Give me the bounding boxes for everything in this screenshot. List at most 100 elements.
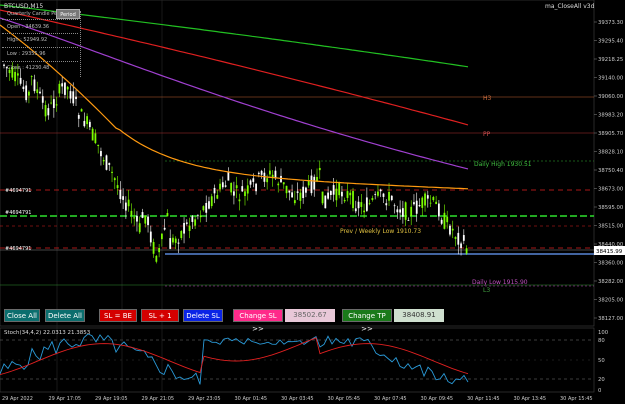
candle-body [269,170,271,175]
candle-body [363,210,365,213]
candle-body [183,222,185,234]
time-tick: 30 Apr 15:45 [560,396,593,402]
candle-body [280,175,282,183]
candle-body [102,159,105,162]
candle-body [341,191,343,197]
candle-body [318,167,321,171]
stoch-main-line [0,333,469,385]
candle-body [457,232,460,245]
candle-body [293,200,296,204]
candle-body [399,209,402,213]
candle-body [426,195,429,199]
candle-body [421,197,424,208]
candle-body [432,197,435,201]
stoch-tick: 50 [598,358,605,364]
candle-body [136,215,138,222]
price-tick: 38905.70 [598,131,624,137]
tp-value-field[interactable]: 38408.91 [394,309,444,322]
time-axis: 29 Apr 2022 29 Apr 17:05 29 Apr 19:05 29 Ap… [2,396,593,402]
candle-body [446,216,449,223]
candle-body [288,190,291,193]
order-mark: #4694791 [5,210,31,216]
candle-body [443,212,446,229]
candle-body [210,196,213,207]
price-tick: 39140.00 [598,76,624,82]
price-tick: 38282.00 [598,279,624,285]
candle-body [147,216,149,226]
ohlc-close: Close : 41230.48 [7,65,50,71]
candle-body [255,183,257,192]
candle-body [296,191,299,193]
candle-body [451,228,454,231]
ohlc-high: High : 52949.92 [7,37,48,43]
sl-plus-button[interactable]: SL + 1 [141,309,179,322]
candle-body [437,203,440,217]
time-tick: 29 Apr 21:05 [142,396,175,402]
candle-body [199,215,202,218]
time-tick: 30 Apr 07:45 [374,396,407,402]
candle-body [133,217,136,219]
candle-body [91,128,94,141]
candle-body [188,225,191,232]
candle-body [465,248,468,254]
ohlc-panel: Quarterly Candle Period Open : 34639.36 … [2,11,81,77]
price-tick: 38360.00 [598,261,624,267]
sl-be-button[interactable]: SL = BE [99,309,137,322]
candle-body [321,191,324,204]
ohlc-separator [2,33,78,34]
delete-all-button[interactable]: Delete All [45,309,85,322]
sl-value-field[interactable]: 38502.67 [285,309,335,322]
candle-body [462,235,465,241]
candle-body [246,185,249,194]
price-chart[interactable]: H3 PP Daily High 1930.51 Prev / Weekly L… [0,0,625,404]
candle-body [72,91,75,104]
order-mark: #4694791 [5,188,31,194]
change-sl-button[interactable]: Change SL >> [233,309,283,333]
ohlc-separator [2,47,78,48]
candle-body [382,193,385,197]
ohlc-open: Open : 34639.36 [7,24,50,30]
candle-body [368,203,371,205]
candle-body [418,205,421,207]
candle-body [105,155,108,170]
candle-body [55,104,58,106]
candle-body [346,191,349,198]
candle-body [266,178,269,183]
candle-body [324,195,327,209]
time-tick: 29 Apr 23:05 [188,396,221,402]
candle-body [64,82,66,95]
candle-body [329,191,332,195]
candle-body [388,191,390,201]
candle-body [413,202,415,205]
close-all-button[interactable]: Close All [4,309,40,322]
time-tick: 29 Apr 19:05 [95,396,128,402]
candle-body [291,192,293,198]
candle-body [365,197,368,211]
price-tick: 39218.25 [598,57,623,63]
candle-body [149,231,152,243]
stoch-tick: 100 [598,330,609,336]
candle-body [371,198,374,200]
ohlc-low: Low : 29355.96 [7,51,46,57]
order-mark: #4694791 [5,246,31,252]
candle-body [208,201,210,209]
weekly-low-label: Prev / Weekly Low 1910.73 [340,228,421,235]
period-button[interactable]: Period [56,9,80,19]
candle-body [152,242,155,254]
candle-body [160,233,163,240]
candle-body [313,176,316,190]
candle-body [335,188,338,201]
candle-body [97,144,100,146]
change-tp-button[interactable]: Change TP >> [342,309,392,333]
pp-label: PP [483,131,491,138]
candle-body [69,91,72,99]
candle-body [158,247,161,253]
daily-low-label: Daily Low 1915.90 [472,279,528,286]
candle-body [177,242,180,244]
stoch-tick: 20 [598,377,605,383]
candle-body [122,196,125,200]
delete-sl-button[interactable]: Delete SL [183,309,223,322]
candle-body [77,115,80,119]
price-tick: 38828.10 [598,150,624,156]
candle-body [83,120,86,127]
